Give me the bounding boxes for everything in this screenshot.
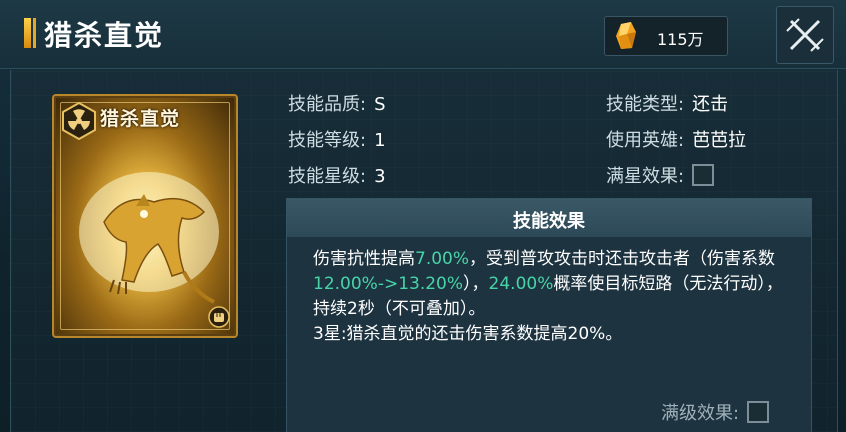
effect-description: 伤害抗性提高7.00%，受到普攻攻击时还击攻击者（伤害系数12.00%->13.… <box>313 247 793 347</box>
skill-detail-screen: 猎杀直觉 115万 猎杀直觉 技能品质: S 技能等级: 1 技能星级: 3 技… <box>0 0 846 432</box>
close-icon <box>786 18 824 52</box>
effect-header: 技能效果 <box>287 199 811 237</box>
full-star-label: 满星效果: <box>606 166 685 187</box>
skill-level: 技能等级: 1 <box>288 126 386 152</box>
golden-panther-art <box>79 172 219 304</box>
effect-text-part: ）， <box>463 274 489 294</box>
title-accent-bar-thin <box>33 18 36 48</box>
skill-type-label: 技能类型: <box>606 94 685 115</box>
effect-title: 技能效果 <box>513 211 585 232</box>
skill-level-label: 技能等级: <box>288 130 367 151</box>
skill-hero-label: 使用英雄: <box>606 130 685 151</box>
skill-type-value: 还击 <box>692 94 729 115</box>
max-level-checkbox[interactable] <box>747 401 770 423</box>
effect-highlight-resist: 7.00% <box>415 249 470 269</box>
skill-star-label: 技能星级: <box>288 166 367 187</box>
skill-star: 技能星级: 3 <box>288 162 386 188</box>
full-star-effect: 满星效果: <box>606 162 715 188</box>
skill-quality: 技能品质: S <box>288 90 386 116</box>
skill-hero: 使用英雄: 芭芭拉 <box>606 126 746 152</box>
effect-text-part: 伤害抗性提高 <box>313 249 415 269</box>
effect-text-part: ，受到普攻攻击时还击攻击者（伤害系数 <box>469 249 776 269</box>
effect-highlight-coef: 12.00%->13.20% <box>313 274 464 294</box>
skill-level-value: 1 <box>374 130 386 151</box>
skill-hero-value: 芭芭拉 <box>692 130 747 151</box>
gold-crystal-icon <box>616 22 636 49</box>
skill-quality-label: 技能品质: <box>288 94 367 115</box>
header-bar: 猎杀直觉 115万 <box>0 0 846 69</box>
skill-type: 技能类型: 还击 <box>606 90 728 116</box>
full-star-checkbox[interactable] <box>692 164 715 186</box>
radiation-emblem-icon <box>62 102 96 140</box>
currency-value: 115万 <box>657 30 704 49</box>
close-button[interactable] <box>776 6 834 64</box>
currency-display: 115万 <box>604 16 728 56</box>
skill-star-value: 3 <box>374 166 386 187</box>
card-title: 猎杀直觉 <box>100 108 181 130</box>
title-accent-bar <box>24 18 31 48</box>
fist-icon <box>208 306 230 328</box>
skill-quality-value: S <box>374 94 386 115</box>
max-level-effect: 满级效果: <box>661 399 770 425</box>
skill-effect-panel: 技能效果 伤害抗性提高7.00%，受到普攻攻击时还击攻击者（伤害系数12.00%… <box>286 198 812 432</box>
skill-card: 猎杀直觉 <box>52 94 238 338</box>
max-level-label: 满级效果: <box>661 403 740 424</box>
star-bonus-text: 3星:猎杀直觉的还击伤害系数提高20%。 <box>313 324 623 344</box>
effect-highlight-chance: 24.00% <box>488 274 554 294</box>
page-title: 猎杀直觉 <box>44 19 165 52</box>
